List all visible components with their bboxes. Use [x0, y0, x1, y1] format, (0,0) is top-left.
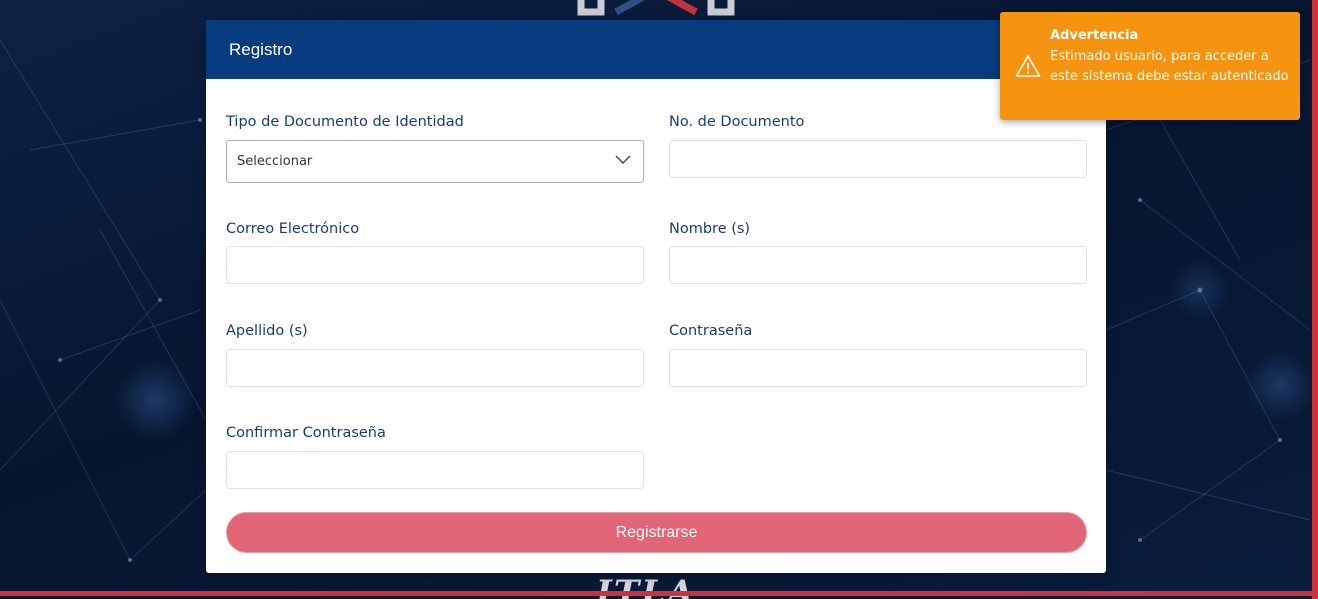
register-button[interactable]: Registrarse [226, 512, 1087, 553]
surnames-input[interactable] [226, 349, 644, 387]
email-label: Correo Electrónico [226, 221, 360, 237]
document-number-input[interactable] [669, 140, 1087, 178]
warning-icon [1015, 54, 1041, 78]
right-accent-bar [1312, 0, 1318, 599]
card-header: Registro [206, 20, 1106, 79]
toast-title: Advertencia [1050, 28, 1139, 43]
document-number-label: No. de Documento [669, 114, 805, 130]
password-input[interactable] [669, 349, 1087, 387]
bottom-accent-bar [0, 591, 1318, 596]
email-input[interactable] [226, 246, 644, 284]
chevron-down-icon [615, 154, 631, 169]
names-input[interactable] [669, 246, 1087, 284]
registration-card: Registro Tipo de Documento de Identidad … [206, 20, 1106, 573]
card-title: Registro [229, 39, 293, 59]
institution-logo-top [576, 0, 736, 20]
document-type-label: Tipo de Documento de Identidad [226, 114, 464, 130]
confirm-password-label: Confirmar Contraseña [226, 425, 386, 441]
confirm-password-input[interactable] [226, 451, 644, 489]
password-label: Contraseña [669, 323, 753, 339]
warning-toast[interactable]: Advertencia Estimado usuario, para acced… [1000, 12, 1300, 120]
names-label: Nombre (s) [669, 221, 751, 237]
toast-message: Estimado usuario, para acceder a este si… [1050, 49, 1289, 84]
document-type-select[interactable]: Seleccionar [226, 140, 644, 183]
surnames-label: Apellido (s) [226, 323, 308, 339]
document-type-selected-value: Seleccionar [237, 154, 313, 169]
